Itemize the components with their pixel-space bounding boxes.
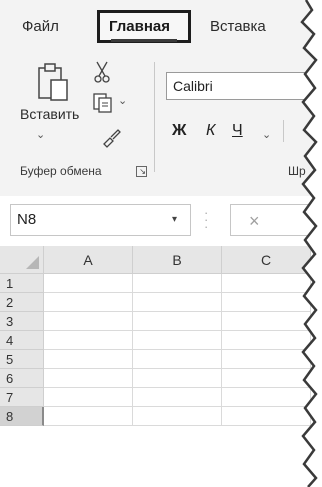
column-header-c[interactable]: C	[222, 246, 311, 274]
bold-button[interactable]: Ж	[172, 122, 186, 140]
underline-button[interactable]: Ч	[232, 122, 243, 140]
cell-b8[interactable]	[133, 407, 222, 426]
row-header-5[interactable]: 5	[0, 350, 44, 369]
cell-a3[interactable]	[44, 312, 133, 331]
cell-c5[interactable]	[222, 350, 311, 369]
tab-file[interactable]: Файл	[22, 18, 59, 35]
cell-a6[interactable]	[44, 369, 133, 388]
cell-b2[interactable]	[133, 293, 222, 312]
cell-c6[interactable]	[222, 369, 311, 388]
clipboard-group-label: Буфер обмена	[20, 164, 102, 178]
cell-c2[interactable]	[222, 293, 311, 312]
select-all-corner[interactable]	[0, 246, 44, 274]
format-painter-icon[interactable]	[100, 126, 122, 153]
copy-dropdown-icon[interactable]: ⌄	[118, 94, 127, 107]
column-header-a[interactable]: A	[44, 246, 133, 274]
column-header-b[interactable]: B	[133, 246, 222, 274]
tab-insert[interactable]: Вставка	[210, 18, 266, 35]
cell-b3[interactable]	[133, 312, 222, 331]
paste-dropdown-icon[interactable]: ⌄	[36, 128, 45, 141]
excel-window: Файл Главная Вставка Вставить ⌄ ⌄ Буфер …	[0, 0, 322, 487]
row-header-6[interactable]: 6	[0, 369, 44, 388]
row-header-7[interactable]: 7	[0, 388, 44, 407]
row-header-1[interactable]: 1	[0, 274, 44, 293]
cut-icon[interactable]	[92, 60, 112, 89]
font-name-combobox[interactable]: Calibri	[166, 72, 322, 100]
format-separator	[283, 120, 284, 142]
formula-input-area[interactable]: ×	[230, 204, 322, 236]
italic-button[interactable]: К	[206, 122, 215, 140]
cell-c8[interactable]	[222, 407, 311, 426]
cell-a4[interactable]	[44, 331, 133, 350]
spreadsheet-grid: ABC 12345678	[0, 246, 322, 487]
underline-dropdown-icon[interactable]: ⌄	[262, 128, 271, 141]
vertical-dots-icon[interactable]: · · ·	[204, 206, 208, 233]
ribbon: Вставить ⌄ ⌄ Буфер обмена ↘ Calibri Ж К …	[0, 48, 322, 197]
row-header-8[interactable]: 8	[0, 407, 44, 426]
row-header-3[interactable]: 3	[0, 312, 44, 331]
clipboard-dialog-launcher-icon[interactable]: ↘	[136, 166, 147, 177]
font-group-label: Шр	[288, 164, 306, 178]
cancel-icon[interactable]: ×	[249, 211, 260, 232]
cell-a2[interactable]	[44, 293, 133, 312]
cell-b7[interactable]	[133, 388, 222, 407]
paste-button[interactable]: Вставить	[20, 106, 79, 122]
cell-a1[interactable]	[44, 274, 133, 293]
cell-b5[interactable]	[133, 350, 222, 369]
tab-home[interactable]: Главная	[109, 18, 170, 35]
group-separator	[154, 62, 155, 172]
name-box[interactable]: N8	[10, 204, 191, 236]
cell-a7[interactable]	[44, 388, 133, 407]
cell-c7[interactable]	[222, 388, 311, 407]
row-header-4[interactable]: 4	[0, 331, 44, 350]
cell-b4[interactable]	[133, 331, 222, 350]
cell-c4[interactable]	[222, 331, 311, 350]
cell-b6[interactable]	[133, 369, 222, 388]
tab-home-underline	[111, 39, 177, 42]
row-header-2[interactable]: 2	[0, 293, 44, 312]
cell-c3[interactable]	[222, 312, 311, 331]
select-all-triangle-icon	[26, 256, 39, 269]
menu-tabs: Файл Главная Вставка	[0, 0, 322, 48]
copy-icon[interactable]	[92, 92, 114, 119]
cell-a8[interactable]	[44, 407, 133, 426]
cell-b1[interactable]	[133, 274, 222, 293]
formula-bar: N8 ▾ · · · ×	[0, 196, 322, 247]
cell-a5[interactable]	[44, 350, 133, 369]
cell-c1[interactable]	[222, 274, 311, 293]
name-box-dropdown-icon[interactable]: ▾	[172, 214, 177, 225]
paste-icon[interactable]	[36, 62, 70, 107]
